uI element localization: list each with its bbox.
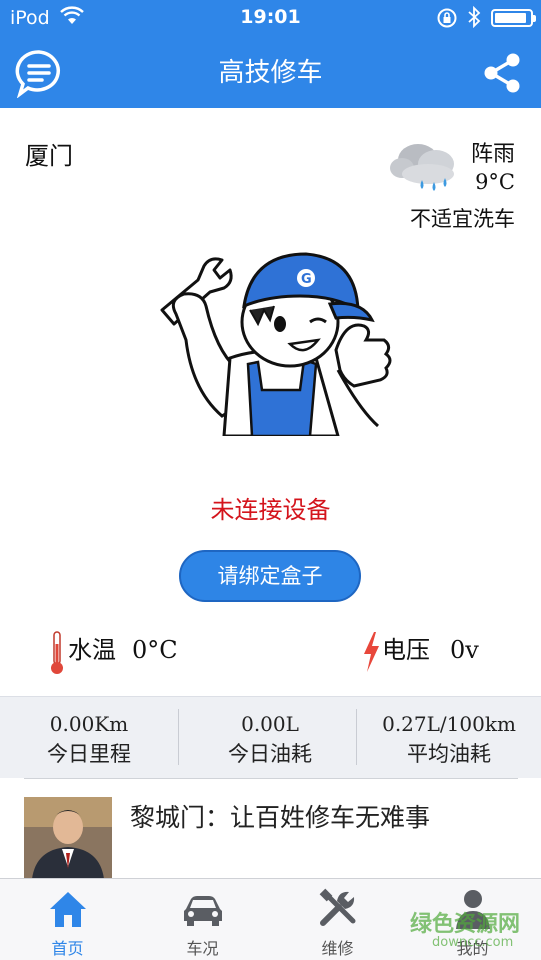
battery-icon	[491, 9, 536, 27]
bind-box-button[interactable]: 请绑定盒子	[179, 550, 361, 602]
stat-today-fuel[interactable]: 0.00L 今日油耗	[181, 697, 359, 779]
rotation-lock-icon	[437, 8, 457, 28]
device-connection-status: 未连接设备	[210, 496, 331, 524]
bluetooth-icon	[468, 6, 481, 28]
stat-value: 0.27L/100km	[382, 712, 516, 736]
tools-icon	[319, 888, 356, 926]
car-wash-index: 不适宜洗车	[410, 207, 515, 231]
news-thumbnail[interactable]	[24, 797, 112, 879]
car-icon	[184, 896, 222, 926]
divider	[24, 778, 518, 779]
status-bar: iPod 19:01	[0, 0, 541, 36]
weather-temperature: 9°C	[475, 170, 515, 194]
news-headline[interactable]: 黎城门：让百姓修车无难事	[130, 798, 430, 834]
voltage-value: 0v	[450, 636, 479, 664]
stat-avg-fuel[interactable]: 0.27L/100km 平均油耗	[360, 697, 538, 779]
mechanic-mascot-illustration: G	[160, 252, 392, 436]
tab-car-status[interactable]: 车况	[135, 879, 270, 960]
clock: 19:01	[240, 6, 301, 28]
stat-label: 今日油耗	[228, 742, 312, 766]
news-photo-image	[24, 797, 112, 879]
voltage-gauge: 电压 0v	[382, 630, 479, 665]
battery-level	[495, 13, 526, 23]
stat-label: 平均油耗	[407, 742, 491, 766]
watermark-text: 绿色资源网	[410, 912, 521, 937]
tab-repair[interactable]: 维修	[270, 879, 405, 960]
rain-cloud-icon	[390, 144, 454, 191]
water-temp-label: 水温	[68, 636, 116, 664]
svg-text:G: G	[301, 272, 312, 287]
header: iPod 19:01 高技修车	[0, 0, 541, 108]
share-icon[interactable]	[482, 52, 522, 94]
weather-description: 阵雨	[470, 142, 515, 167]
city-label[interactable]: 厦门	[25, 136, 73, 171]
stat-today-mileage[interactable]: 0.00Km 今日里程	[0, 697, 178, 779]
home-screen: iPod 19:01 高技修车 厦门 阵雨 9°C 不适宜洗车 G 未连接设备 …	[0, 0, 541, 960]
stat-value: 0.00L	[241, 712, 299, 736]
tab-label: 车况	[186, 939, 219, 958]
tab-home[interactable]: 首页	[0, 879, 135, 960]
stat-label: 今日里程	[47, 742, 131, 766]
lightning-icon	[364, 632, 379, 672]
divider	[178, 709, 179, 765]
thermometer-icon	[51, 631, 63, 674]
stat-value: 0.00Km	[49, 712, 129, 736]
home-icon	[50, 892, 86, 927]
trip-stats: 0.00Km 今日里程 0.00L 今日油耗 0.27L/100km 平均油耗	[0, 696, 541, 778]
voltage-label: 电压	[382, 636, 430, 664]
water-temp-value: 0°C	[132, 636, 178, 664]
tab-label: 维修	[321, 939, 354, 958]
water-temp-gauge: 水温 0°C	[68, 630, 178, 665]
watermark-url: downcc.com	[432, 935, 514, 950]
divider	[356, 709, 357, 765]
page-title: 高技修车	[218, 58, 323, 88]
tab-label: 首页	[51, 939, 84, 958]
